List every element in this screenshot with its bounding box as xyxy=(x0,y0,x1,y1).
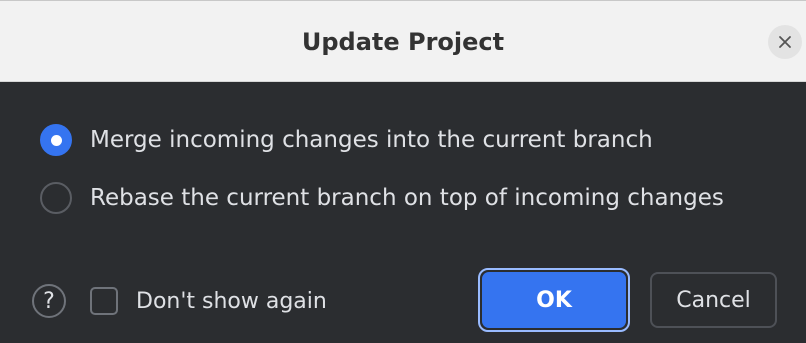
dialog-title: Update Project xyxy=(301,28,505,56)
dialog-body: Merge incoming changes into the current … xyxy=(0,82,806,343)
ok-button-label[interactable]: OK xyxy=(482,272,626,328)
help-button[interactable]: ? xyxy=(32,284,66,318)
merge-option-label[interactable]: Merge incoming changes into the current … xyxy=(90,127,653,153)
rebase-option[interactable]: Rebase the current branch on top of inco… xyxy=(40,178,724,218)
close-button[interactable] xyxy=(768,25,802,59)
close-icon xyxy=(779,36,791,48)
merge-radio[interactable] xyxy=(40,124,72,156)
dont-show-again-checkbox[interactable] xyxy=(90,287,118,315)
dont-show-again-checkbox-row[interactable]: Don't show again xyxy=(90,284,327,318)
dont-show-again-label[interactable]: Don't show again xyxy=(136,289,327,314)
dialog-titlebar: Update Project xyxy=(0,0,806,82)
cancel-button[interactable]: Cancel xyxy=(650,272,777,328)
radio-dot xyxy=(50,134,62,146)
update-project-dialog: Update Project Merge incoming changes in… xyxy=(0,0,806,343)
rebase-option-label[interactable]: Rebase the current branch on top of inco… xyxy=(90,185,724,211)
ok-button[interactable]: OK xyxy=(478,268,630,332)
rebase-radio[interactable] xyxy=(40,182,72,214)
merge-option[interactable]: Merge incoming changes into the current … xyxy=(40,120,653,160)
